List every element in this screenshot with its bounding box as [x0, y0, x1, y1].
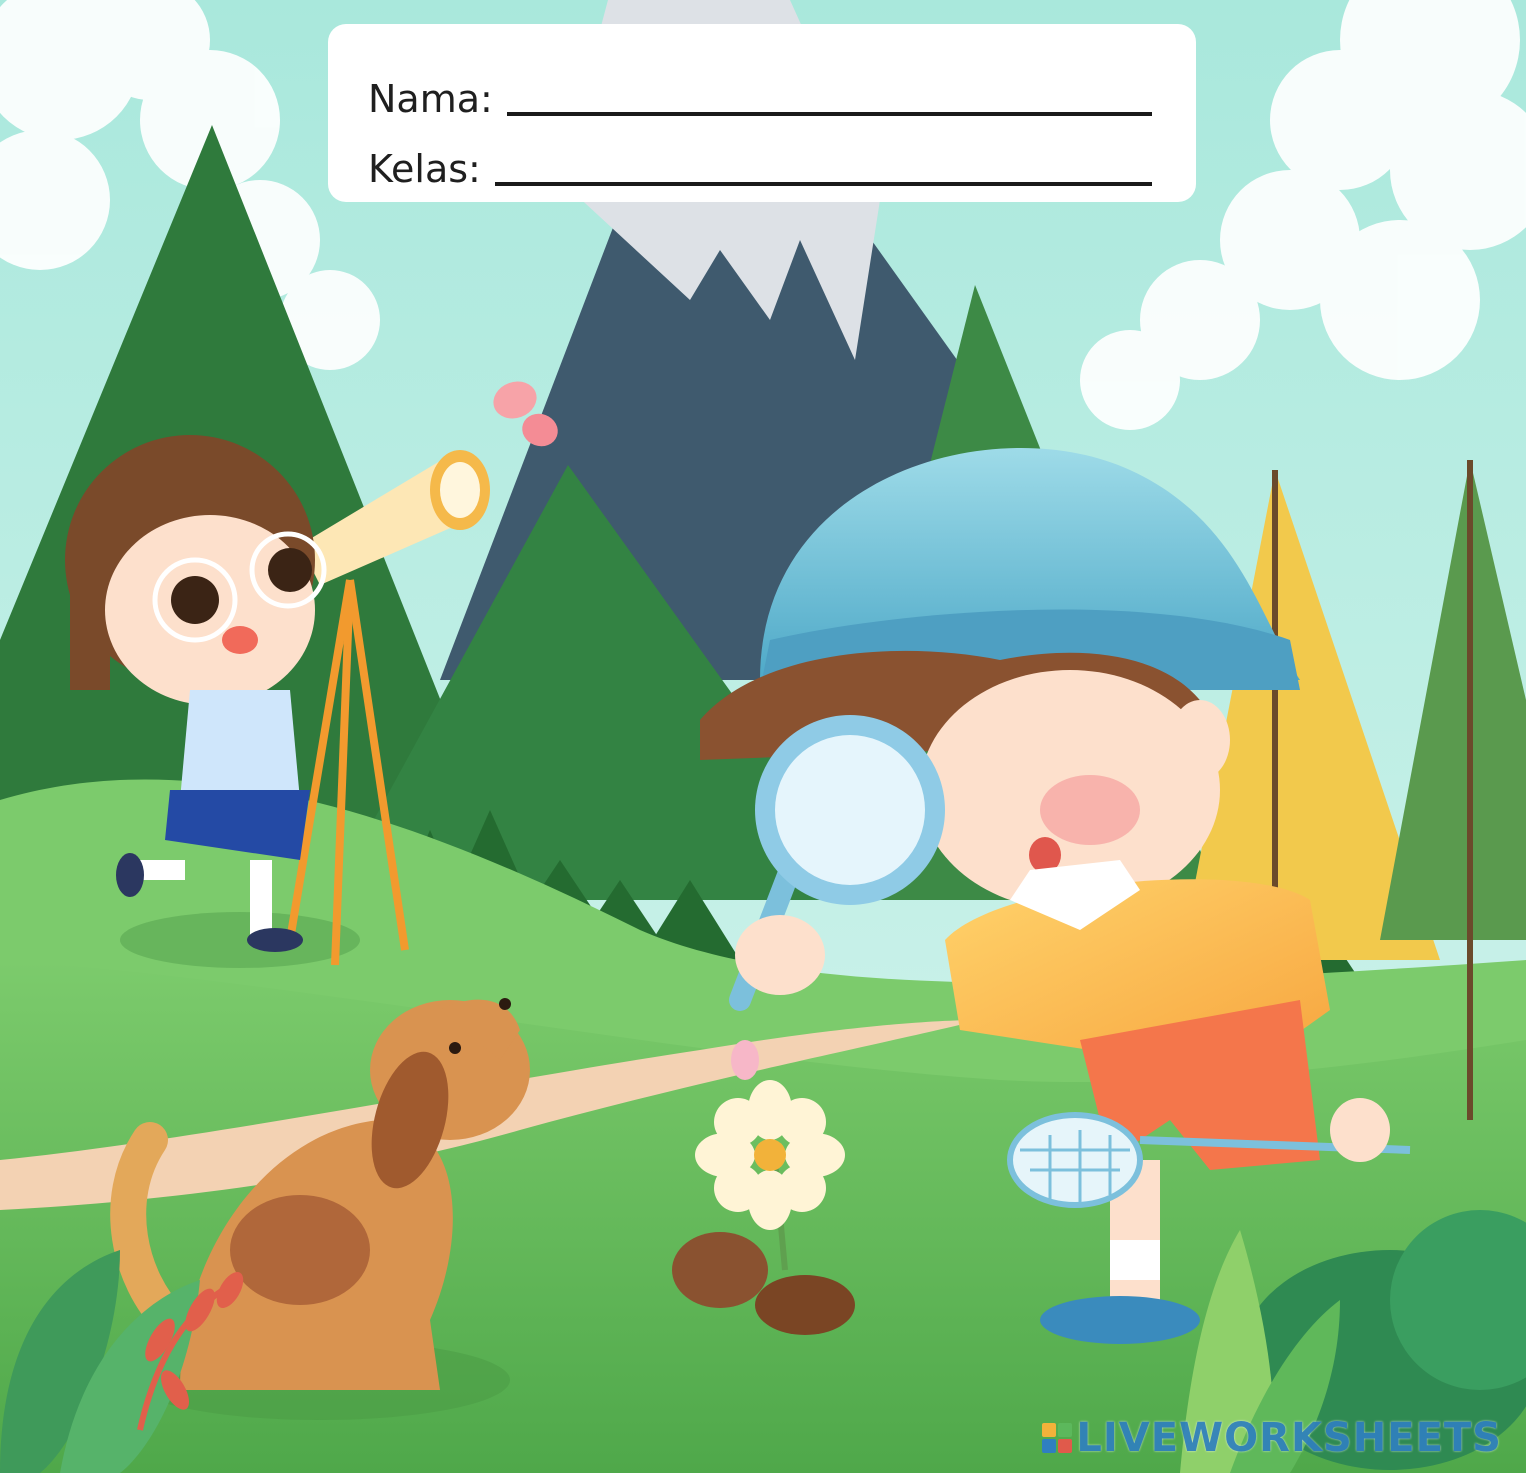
student-info-card: Nama: Kelas: — [328, 24, 1196, 202]
class-field-row: Kelas: — [368, 132, 1152, 192]
liveworksheets-logo-icon — [1042, 1423, 1073, 1453]
watermark-text: LIVEWORKSHEETS — [1076, 1415, 1502, 1461]
liveworksheets-watermark: LIVEWORKSHEETS — [1042, 1415, 1502, 1461]
name-label: Nama: — [368, 77, 493, 121]
class-blank-line[interactable] — [494, 182, 1152, 186]
name-blank-line[interactable] — [506, 112, 1152, 116]
nature-illustration — [0, 0, 1526, 1473]
name-field-row: Nama: — [368, 62, 1152, 122]
class-label: Kelas: — [368, 147, 481, 191]
worksheet-cover: Nama: Kelas: LIVEWORKSHEETS — [0, 0, 1526, 1473]
